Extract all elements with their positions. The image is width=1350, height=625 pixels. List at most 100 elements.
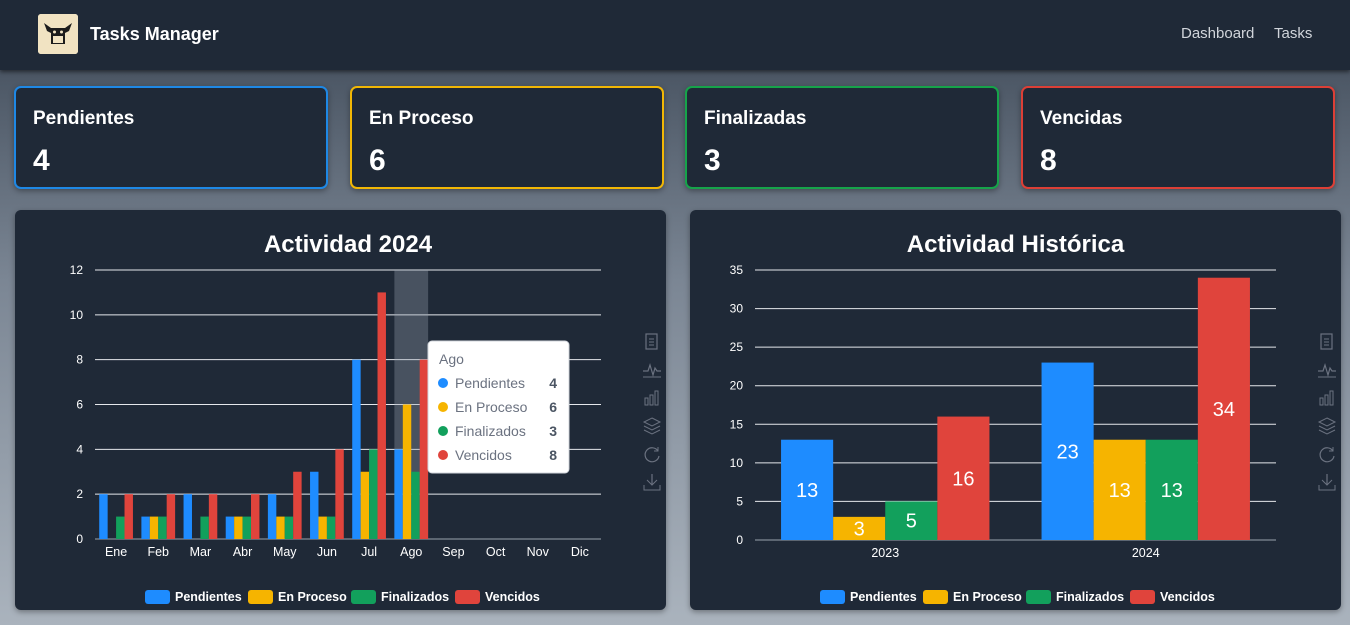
brand-title[interactable]: Tasks Manager [90, 24, 219, 45]
x-tick-label: 2023 [871, 546, 899, 560]
x-tick-label: Dic [571, 545, 589, 559]
nav-link-tasks[interactable]: Tasks [1274, 25, 1312, 42]
bar-vencidos[interactable] [208, 494, 218, 539]
legend-swatch[interactable] [1130, 590, 1155, 604]
tooltip-marker [438, 378, 448, 388]
bar-pendientes[interactable] [141, 516, 150, 539]
bar-en-proceso[interactable] [360, 471, 370, 539]
x-tick-label: Abr [233, 545, 252, 559]
legend-label[interactable]: En Proceso [278, 590, 347, 604]
chart-title: Actividad 2024 [264, 231, 433, 258]
y-tick-label: 10 [70, 308, 84, 322]
y-tick-label: 20 [730, 379, 744, 393]
legend-swatch[interactable] [455, 590, 480, 604]
bar-en-proceso[interactable] [234, 516, 243, 539]
bar-vencidos[interactable] [251, 494, 260, 539]
stack-icon[interactable] [642, 416, 662, 436]
data-label: 5 [906, 511, 917, 533]
chart-actividad-historica[interactable]: Actividad Histórica051015202530352023133… [690, 210, 1341, 610]
card-label: Pendientes [33, 108, 135, 129]
y-tick-label: 10 [730, 456, 744, 470]
x-tick-label: Nov [527, 545, 550, 559]
bar-pendientes[interactable] [183, 494, 192, 539]
legend-swatch[interactable] [248, 590, 273, 604]
legend-label[interactable]: Finalizados [381, 590, 449, 604]
line-chart-icon[interactable] [1317, 360, 1337, 380]
bar-pendientes[interactable] [394, 449, 403, 539]
x-tick-label: Jul [361, 545, 377, 559]
x-tick-label: Sep [442, 545, 464, 559]
tooltip-series-name: Vencidos [455, 447, 512, 463]
legend-swatch[interactable] [820, 590, 845, 604]
tooltip-title: Ago [439, 351, 464, 367]
tooltip-series-value: 8 [549, 447, 557, 463]
bar-vencidos[interactable] [166, 494, 176, 539]
data-view-icon[interactable] [1317, 332, 1337, 352]
data-view-icon[interactable] [642, 332, 662, 352]
nav-link-dashboard[interactable]: Dashboard [1181, 25, 1254, 42]
y-tick-label: 2 [76, 487, 83, 501]
chart-title: Actividad Histórica [907, 231, 1125, 258]
bar-finalizados[interactable] [326, 516, 336, 539]
bar-finalizados[interactable] [284, 516, 294, 539]
stack-icon[interactable] [1317, 416, 1337, 436]
bar-pendientes[interactable] [267, 494, 277, 539]
brand-logo-icon[interactable] [38, 14, 78, 54]
bar-en-proceso[interactable] [318, 516, 327, 539]
card-en-proceso: En Proceso 6 [350, 86, 664, 189]
legend-swatch[interactable] [145, 590, 170, 604]
bar-en-proceso[interactable] [149, 516, 159, 539]
card-value: 6 [369, 144, 386, 177]
restore-icon[interactable] [1317, 444, 1337, 464]
bar-vencidos[interactable] [124, 494, 133, 539]
bar-chart-icon[interactable] [642, 388, 662, 408]
bar-vencidos[interactable] [293, 471, 302, 539]
chart-panel-actividad-2024: Actividad 2024 0 2 4 6 8 10 12 Ene Feb Mar Abr May Ju… [15, 210, 666, 610]
legend-label[interactable]: Pendientes [175, 590, 242, 604]
chart-panel-actividad-historica: Actividad Histórica 0 5 10 15 20 25 30 35 2023 13 3… [690, 210, 1341, 610]
bar-chart-icon[interactable] [1317, 388, 1337, 408]
legend-label[interactable]: Vencidos [1160, 590, 1215, 604]
bar-vencidos[interactable] [335, 449, 344, 539]
legend-swatch[interactable] [923, 590, 948, 604]
y-tick-label: 4 [76, 442, 83, 456]
tooltip-series-value: 3 [549, 423, 557, 439]
legend-swatch[interactable] [351, 590, 376, 604]
chart-toolbox [1317, 332, 1337, 500]
bar-pendientes[interactable] [225, 516, 235, 539]
bar-vencidos[interactable] [377, 292, 386, 539]
x-tick-label: Oct [486, 545, 506, 559]
bar-en-proceso[interactable] [402, 404, 412, 540]
tooltip-series-value: 4 [549, 375, 557, 391]
tooltip-marker [438, 426, 448, 436]
bar-pendientes[interactable] [99, 494, 108, 539]
bar-finalizados[interactable] [411, 471, 420, 539]
bar-pendientes[interactable] [310, 471, 319, 539]
legend-label[interactable]: En Proceso [953, 590, 1022, 604]
legend-swatch[interactable] [1026, 590, 1051, 604]
bar-pendientes[interactable] [352, 359, 361, 539]
bar-finalizados[interactable] [369, 449, 378, 539]
chart-toolbox [642, 332, 662, 500]
tooltip-marker [438, 402, 448, 412]
line-chart-icon[interactable] [642, 360, 662, 380]
tooltip-series-name: Pendientes [455, 375, 525, 391]
bar-vencidos[interactable] [419, 359, 429, 539]
legend-label[interactable]: Vencidos [485, 590, 540, 604]
tooltip-series-name: Finalizados [455, 423, 526, 439]
bar-finalizados[interactable] [116, 516, 125, 539]
bar-en-proceso[interactable] [276, 516, 285, 539]
legend-label[interactable]: Finalizados [1056, 590, 1124, 604]
legend-label[interactable]: Pendientes [850, 590, 917, 604]
x-tick-label: Mar [190, 545, 212, 559]
chart-actividad-2024[interactable]: Actividad 2024 0 2 4 6 8 10 12 Ene Feb Mar Abr May Ju… [15, 210, 666, 610]
bar-finalizados[interactable] [242, 516, 252, 539]
download-icon[interactable] [642, 472, 662, 492]
data-label: 16 [952, 468, 974, 490]
bar-finalizados[interactable] [200, 516, 209, 539]
bar-finalizados[interactable] [158, 516, 167, 539]
x-tick-label: Ene [105, 545, 127, 559]
restore-icon[interactable] [642, 444, 662, 464]
card-value: 3 [704, 144, 721, 177]
download-icon[interactable] [1317, 472, 1337, 492]
